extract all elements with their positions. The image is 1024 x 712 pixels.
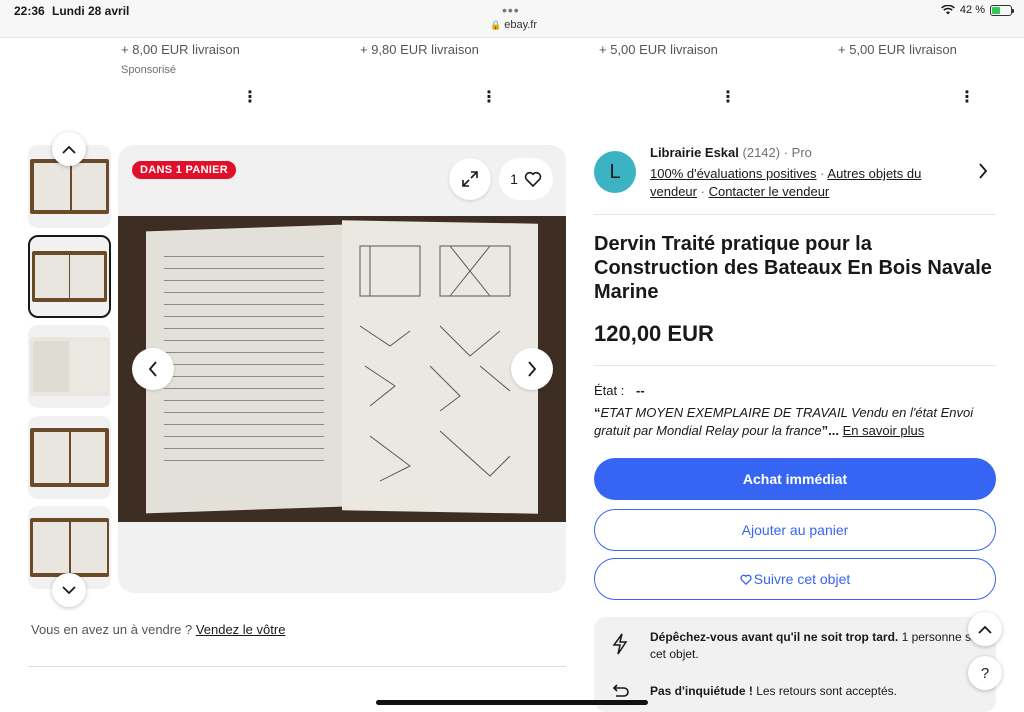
address-bar[interactable]: 🔒 ebay.fr (490, 19, 537, 31)
item-description: “ETAT MOYEN EXEMPLAIRE DE TRAVAIL Vendu … (594, 404, 994, 440)
quote-close: ”... (821, 423, 839, 438)
shipping-price-3: + 5,00 EUR livraison (599, 42, 718, 57)
chevron-up-icon (978, 625, 992, 634)
return-icon (612, 684, 629, 697)
lock-icon: 🔒 (490, 20, 502, 30)
main-image-viewer[interactable]: DANS 1 PANIER 1 (118, 145, 566, 593)
watch-count: 1 (510, 171, 518, 187)
item-title: Dervin Traité pratique pour la Construct… (594, 233, 992, 303)
heart-icon (524, 171, 542, 187)
technical-drawing (359, 245, 511, 482)
help-icon: ? (980, 664, 990, 682)
shipping-price-1: + 8,00 EUR livraison (121, 42, 240, 57)
condition-row: État : -- (594, 383, 645, 398)
shipping-price-2: + 9,80 EUR livraison (360, 42, 479, 57)
contact-seller-link[interactable]: Contacter le vendeur (709, 184, 830, 199)
seller-name: Librairie Eskal (650, 145, 739, 160)
lightning-icon (612, 633, 628, 655)
condition-label: État : (594, 383, 625, 398)
seller-name-line: Librairie Eskal (2142) · Pro (650, 145, 812, 160)
item-price: 120,00 EUR (594, 321, 714, 346)
add-to-cart-button[interactable]: Ajouter au panier (594, 509, 996, 551)
watch-item-label: Suivre cet objet (753, 571, 851, 587)
more-options-icon[interactable]: ⋮ (481, 90, 497, 106)
divider (594, 214, 996, 215)
status-icons: 42 % (940, 4, 1014, 16)
expand-icon[interactable] (449, 158, 491, 200)
sponsored-label: Sponsorisé (121, 64, 177, 76)
wifi-icon (940, 5, 955, 15)
more-options-icon[interactable]: ⋮ (959, 90, 975, 106)
watch-item-button[interactable]: Suivre cet objet (594, 558, 996, 600)
divider (594, 365, 996, 366)
chevron-left-icon (148, 361, 157, 377)
chevron-down-icon[interactable] (52, 573, 86, 607)
thumbnail[interactable] (28, 325, 111, 408)
more-options-icon[interactable]: ⋮ (242, 90, 258, 106)
scroll-top-button[interactable] (968, 612, 1002, 646)
sell-yours-link[interactable]: Vendez le vôtre (196, 622, 286, 637)
chevron-right-icon (528, 361, 537, 377)
battery-icon (990, 4, 1014, 16)
urgency-panel: Dépêchez-vous avant qu'il ne soit trop t… (594, 617, 996, 712)
positive-feedback-link[interactable]: 100% d'évaluations positives (650, 166, 817, 181)
buy-now-button[interactable]: Achat immédiat (594, 458, 996, 500)
seller-feedback-count: (2142) (742, 145, 781, 160)
thumbnail-list (28, 132, 111, 607)
seller-card[interactable]: L Librairie Eskal (2142) · Pro 100% d'év… (594, 145, 996, 215)
previous-image-button[interactable] (132, 348, 174, 390)
home-indicator[interactable] (376, 700, 648, 705)
more-dots-icon[interactable]: ••• (502, 2, 520, 18)
next-image-button[interactable] (511, 348, 553, 390)
returns-text: Les retours sont acceptés. (752, 684, 897, 698)
url-text: ebay.fr (504, 19, 538, 31)
watch-count-button[interactable]: 1 (499, 158, 553, 200)
heart-icon (740, 574, 752, 585)
returns-bold: Pas d'inquiétude ! (650, 684, 753, 698)
date: Lundi 28 avril (52, 4, 130, 18)
clock: 22:36 (14, 4, 45, 18)
thumbnail-selected[interactable] (28, 235, 111, 318)
divider (28, 666, 566, 667)
seller-links: 100% d'évaluations positives · Autres ob… (650, 166, 922, 199)
in-cart-badge: DANS 1 PANIER (132, 161, 237, 179)
thumbnail[interactable] (28, 416, 111, 499)
shipping-price-4: + 5,00 EUR livraison (838, 42, 957, 57)
item-photo (118, 216, 566, 522)
read-more-link[interactable]: En savoir plus (843, 423, 925, 438)
chevron-up-icon[interactable] (52, 132, 86, 166)
condition-value: -- (635, 383, 645, 398)
sell-prompt-text: Vous en avez un à vendre ? (31, 622, 193, 637)
more-options-icon[interactable]: ⋮ (720, 90, 736, 106)
hurry-bold: Dépêchez-vous avant qu'il ne soit trop t… (650, 630, 899, 644)
seller-avatar: L (594, 151, 636, 193)
battery-percent: 42 % (959, 4, 985, 16)
chevron-right-icon[interactable] (978, 163, 988, 179)
help-button[interactable]: ? (968, 656, 1002, 690)
sell-prompt: Vous en avez un à vendre ? Vendez le vôt… (31, 622, 285, 637)
status-bar: 22:36 Lundi 28 avril ••• 🔒 ebay.fr 42 % (0, 0, 1024, 38)
seller-type: · Pro (783, 145, 812, 160)
